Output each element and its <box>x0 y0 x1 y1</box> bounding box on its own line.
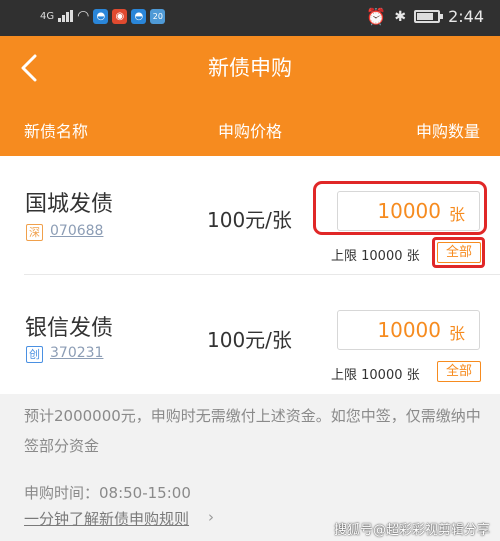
app-red-icon: ◉ <box>112 8 128 24</box>
market-tag: 创 <box>26 346 43 363</box>
market-tag: 深 <box>26 224 43 241</box>
highlight-box-all <box>432 237 485 268</box>
bond-row: 银信发债 创 370231 100元/张 10000 张 上限 10000 张 … <box>0 276 500 394</box>
bond-name: 银信发债 <box>25 316 114 341</box>
bond-list: 国城发债 深 070688 100元/张 10000 张 上限 10000 张 … <box>0 156 500 394</box>
bond-price: 100元/张 <box>207 328 292 352</box>
app-badge-icon: 20 <box>150 8 166 24</box>
limit-text: 上限 10000 张 <box>331 368 420 383</box>
status-right: ⏰ ✱ 2:44 <box>366 7 484 26</box>
app-bird2-icon: ◓ <box>131 8 147 24</box>
watermark: 搜狐号@超彩彩视剪辑分享 <box>333 523 490 538</box>
quantity-unit: 张 <box>448 324 465 343</box>
column-header-qty: 申购数量 <box>415 122 480 141</box>
rules-link[interactable]: 一分钟了解新债申购规则 <box>24 508 189 529</box>
quantity-value: 10000 <box>377 318 441 342</box>
signal-icon <box>58 10 74 22</box>
battery-icon <box>414 10 444 23</box>
quantity-input[interactable]: 10000 张 <box>337 310 480 350</box>
network-type: 4G <box>40 10 55 22</box>
chevron-right-icon: › <box>208 508 214 526</box>
alarm-icon: ⏰ <box>366 7 387 26</box>
bond-row: 国城发债 深 070688 100元/张 10000 张 上限 10000 张 … <box>0 156 500 275</box>
clock: 2:44 <box>448 7 484 26</box>
bond-price: 100元/张 <box>207 208 292 232</box>
limit-text: 上限 10000 张 <box>331 249 420 264</box>
bond-name: 国城发债 <box>25 192 114 217</box>
status-left: 4G ◠ ◓ ◉ ◓ 20 <box>40 8 166 24</box>
subscription-time: 申购时间：08:50-15:00 <box>24 484 191 502</box>
bond-code[interactable]: 370231 <box>50 345 103 361</box>
wifi-icon: ◠ <box>77 8 90 24</box>
header: 新债申购 新债名称 申购价格 申购数量 <box>0 36 500 156</box>
column-header-name: 新债名称 <box>24 122 89 141</box>
column-header-price: 申购价格 <box>218 122 283 141</box>
row-divider <box>24 274 500 275</box>
highlight-box-quantity <box>313 181 487 235</box>
page-title: 新债申购 <box>208 56 292 80</box>
all-button[interactable]: 全部 <box>437 361 481 382</box>
funding-note: 预计2000000元，申购时无需缴付上述资金。如您中签，仅需缴纳中签部分资金 <box>24 407 481 455</box>
bluetooth-icon: ✱ <box>394 8 407 25</box>
app-bird-icon: ◓ <box>93 8 109 24</box>
status-bar: 4G ◠ ◓ ◉ ◓ 20 ⏰ ✱ 2:44 <box>0 0 500 36</box>
bond-code[interactable]: 070688 <box>50 223 103 239</box>
